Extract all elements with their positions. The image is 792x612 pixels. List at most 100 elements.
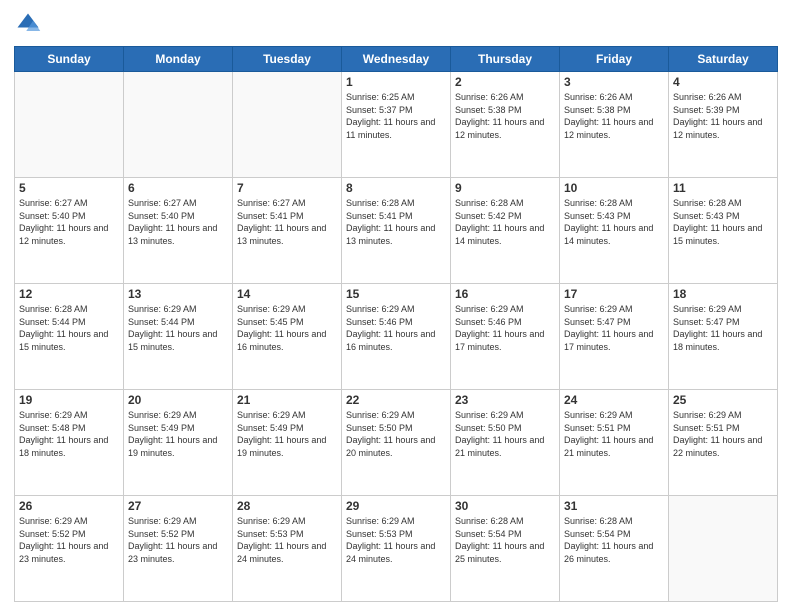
- calendar-cell: 26 Sunrise: 6:29 AM Sunset: 5:52 PM Dayli…: [15, 496, 124, 602]
- calendar-cell: 20Sunrise: 6:29 AM Sunset: 5:49 PM Dayli…: [124, 390, 233, 496]
- week-row-4: 19 Sunrise: 6:29 AM Sunset: 5:48 PM Dayli…: [15, 390, 778, 496]
- cell-info: Sunrise: 6:29 AM Sunset: 5:52 PM Dayligh…: [19, 515, 119, 565]
- cell-info: Sunrise: 6:29 AM Sunset: 5:51 PM Dayligh…: [673, 409, 773, 459]
- day-number: 30: [455, 499, 555, 513]
- cell-info: Sunrise: 6:28 AM Sunset: 5:44 PM Dayligh…: [19, 303, 119, 353]
- calendar-cell: 12 Sunrise: 6:28 AM Sunset: 5:44 PM Dayli…: [15, 284, 124, 390]
- cell-info: Sunrise: 6:28 AM Sunset: 5:42 PM Dayligh…: [455, 197, 555, 247]
- day-number: 8: [346, 181, 446, 195]
- cell-info: Sunrise: 6:26 AM Sunset: 5:39 PM Dayligh…: [673, 91, 773, 141]
- calendar-cell: 27 Sunrise: 6:29 AM Sunset: 5:52 PM Dayli…: [124, 496, 233, 602]
- calendar-cell: 18 Sunrise: 6:29 AM Sunset: 5:47 PM Dayli…: [669, 284, 778, 390]
- cell-info: Sunrise: 6:27 AM Sunset: 5:40 PM Dayligh…: [19, 197, 119, 247]
- day-number: 22: [346, 393, 446, 407]
- day-number: 23: [455, 393, 555, 407]
- cell-info: Sunrise: 6:29 AM Sunset: 5:47 PM Dayligh…: [564, 303, 664, 353]
- day-header-tuesday: Tuesday: [233, 47, 342, 72]
- cell-info: Sunrise: 6:29 AM Sunset: 5:46 PM Dayligh…: [455, 303, 555, 353]
- cell-info: Sunrise: 6:26 AM Sunset: 5:38 PM Dayligh…: [455, 91, 555, 141]
- calendar-cell: 9 Sunrise: 6:28 AM Sunset: 5:42 PM Daylig…: [451, 178, 560, 284]
- calendar-cell: 7 Sunrise: 6:27 AM Sunset: 5:41 PM Daylig…: [233, 178, 342, 284]
- day-number: 15: [346, 287, 446, 301]
- day-number: 13: [128, 287, 228, 301]
- calendar-cell: 11Sunrise: 6:28 AM Sunset: 5:43 PM Dayli…: [669, 178, 778, 284]
- day-number: 25: [673, 393, 773, 407]
- calendar-cell: [233, 72, 342, 178]
- calendar-cell: [669, 496, 778, 602]
- calendar-cell: 29Sunrise: 6:29 AM Sunset: 5:53 PM Dayli…: [342, 496, 451, 602]
- week-row-1: 1 Sunrise: 6:25 AM Sunset: 5:37 PM Daylig…: [15, 72, 778, 178]
- cell-info: Sunrise: 6:29 AM Sunset: 5:45 PM Dayligh…: [237, 303, 337, 353]
- calendar-cell: 30Sunrise: 6:28 AM Sunset: 5:54 PM Dayli…: [451, 496, 560, 602]
- calendar-cell: 13 Sunrise: 6:29 AM Sunset: 5:44 PM Dayli…: [124, 284, 233, 390]
- cell-info: Sunrise: 6:26 AM Sunset: 5:38 PM Dayligh…: [564, 91, 664, 141]
- calendar-cell: 15 Sunrise: 6:29 AM Sunset: 5:46 PM Dayli…: [342, 284, 451, 390]
- day-number: 28: [237, 499, 337, 513]
- calendar-cell: 31Sunrise: 6:28 AM Sunset: 5:54 PM Dayli…: [560, 496, 669, 602]
- cell-info: Sunrise: 6:29 AM Sunset: 5:53 PM Dayligh…: [237, 515, 337, 565]
- cell-info: Sunrise: 6:29 AM Sunset: 5:48 PM Dayligh…: [19, 409, 119, 459]
- day-number: 6: [128, 181, 228, 195]
- calendar-cell: 28 Sunrise: 6:29 AM Sunset: 5:53 PM Dayli…: [233, 496, 342, 602]
- day-header-monday: Monday: [124, 47, 233, 72]
- cell-info: Sunrise: 6:28 AM Sunset: 5:43 PM Dayligh…: [564, 197, 664, 247]
- cell-info: Sunrise: 6:29 AM Sunset: 5:49 PM Dayligh…: [237, 409, 337, 459]
- calendar-cell: 25 Sunrise: 6:29 AM Sunset: 5:51 PM Dayli…: [669, 390, 778, 496]
- cell-info: Sunrise: 6:25 AM Sunset: 5:37 PM Dayligh…: [346, 91, 446, 141]
- day-number: 24: [564, 393, 664, 407]
- calendar-cell: 8 Sunrise: 6:28 AM Sunset: 5:41 PM Daylig…: [342, 178, 451, 284]
- cell-info: Sunrise: 6:29 AM Sunset: 5:46 PM Dayligh…: [346, 303, 446, 353]
- day-number: 16: [455, 287, 555, 301]
- day-number: 19: [19, 393, 119, 407]
- day-header-friday: Friday: [560, 47, 669, 72]
- calendar-cell: 5 Sunrise: 6:27 AM Sunset: 5:40 PM Daylig…: [15, 178, 124, 284]
- cell-info: Sunrise: 6:29 AM Sunset: 5:52 PM Dayligh…: [128, 515, 228, 565]
- header: [14, 10, 778, 38]
- day-number: 2: [455, 75, 555, 89]
- cell-info: Sunrise: 6:29 AM Sunset: 5:50 PM Dayligh…: [455, 409, 555, 459]
- day-number: 7: [237, 181, 337, 195]
- day-number: 5: [19, 181, 119, 195]
- calendar-cell: 3 Sunrise: 6:26 AM Sunset: 5:38 PM Daylig…: [560, 72, 669, 178]
- day-number: 26: [19, 499, 119, 513]
- calendar-cell: [15, 72, 124, 178]
- cell-info: Sunrise: 6:27 AM Sunset: 5:41 PM Dayligh…: [237, 197, 337, 247]
- day-number: 29: [346, 499, 446, 513]
- cell-info: Sunrise: 6:29 AM Sunset: 5:47 PM Dayligh…: [673, 303, 773, 353]
- calendar-cell: 14Sunrise: 6:29 AM Sunset: 5:45 PM Dayli…: [233, 284, 342, 390]
- calendar-cell: 19 Sunrise: 6:29 AM Sunset: 5:48 PM Dayli…: [15, 390, 124, 496]
- calendar-cell: [124, 72, 233, 178]
- logo: [14, 10, 46, 38]
- day-number: 1: [346, 75, 446, 89]
- day-header-wednesday: Wednesday: [342, 47, 451, 72]
- day-number: 10: [564, 181, 664, 195]
- cell-info: Sunrise: 6:29 AM Sunset: 5:44 PM Dayligh…: [128, 303, 228, 353]
- calendar-cell: 1 Sunrise: 6:25 AM Sunset: 5:37 PM Daylig…: [342, 72, 451, 178]
- calendar-cell: 10 Sunrise: 6:28 AM Sunset: 5:43 PM Dayli…: [560, 178, 669, 284]
- cell-info: Sunrise: 6:28 AM Sunset: 5:41 PM Dayligh…: [346, 197, 446, 247]
- day-number: 18: [673, 287, 773, 301]
- cell-info: Sunrise: 6:28 AM Sunset: 5:54 PM Dayligh…: [564, 515, 664, 565]
- cell-info: Sunrise: 6:28 AM Sunset: 5:43 PM Dayligh…: [673, 197, 773, 247]
- cell-info: Sunrise: 6:27 AM Sunset: 5:40 PM Dayligh…: [128, 197, 228, 247]
- week-row-2: 5 Sunrise: 6:27 AM Sunset: 5:40 PM Daylig…: [15, 178, 778, 284]
- day-header-saturday: Saturday: [669, 47, 778, 72]
- day-number: 17: [564, 287, 664, 301]
- day-header-thursday: Thursday: [451, 47, 560, 72]
- day-number: 9: [455, 181, 555, 195]
- day-number: 27: [128, 499, 228, 513]
- cell-info: Sunrise: 6:29 AM Sunset: 5:51 PM Dayligh…: [564, 409, 664, 459]
- calendar-cell: 16 Sunrise: 6:29 AM Sunset: 5:46 PM Dayli…: [451, 284, 560, 390]
- calendar-cell: 2 Sunrise: 6:26 AM Sunset: 5:38 PM Daylig…: [451, 72, 560, 178]
- day-number: 12: [19, 287, 119, 301]
- day-number: 3: [564, 75, 664, 89]
- calendar-cell: 24 Sunrise: 6:29 AM Sunset: 5:51 PM Dayli…: [560, 390, 669, 496]
- calendar-cell: 4 Sunrise: 6:26 AM Sunset: 5:39 PM Daylig…: [669, 72, 778, 178]
- day-number: 4: [673, 75, 773, 89]
- page: SundayMondayTuesdayWednesdayThursdayFrid…: [0, 0, 792, 612]
- calendar-cell: 23 Sunrise: 6:29 AM Sunset: 5:50 PM Dayli…: [451, 390, 560, 496]
- calendar-cell: 6 Sunrise: 6:27 AM Sunset: 5:40 PM Daylig…: [124, 178, 233, 284]
- day-number: 20: [128, 393, 228, 407]
- cell-info: Sunrise: 6:29 AM Sunset: 5:50 PM Dayligh…: [346, 409, 446, 459]
- calendar-cell: 22 Sunrise: 6:29 AM Sunset: 5:50 PM Dayli…: [342, 390, 451, 496]
